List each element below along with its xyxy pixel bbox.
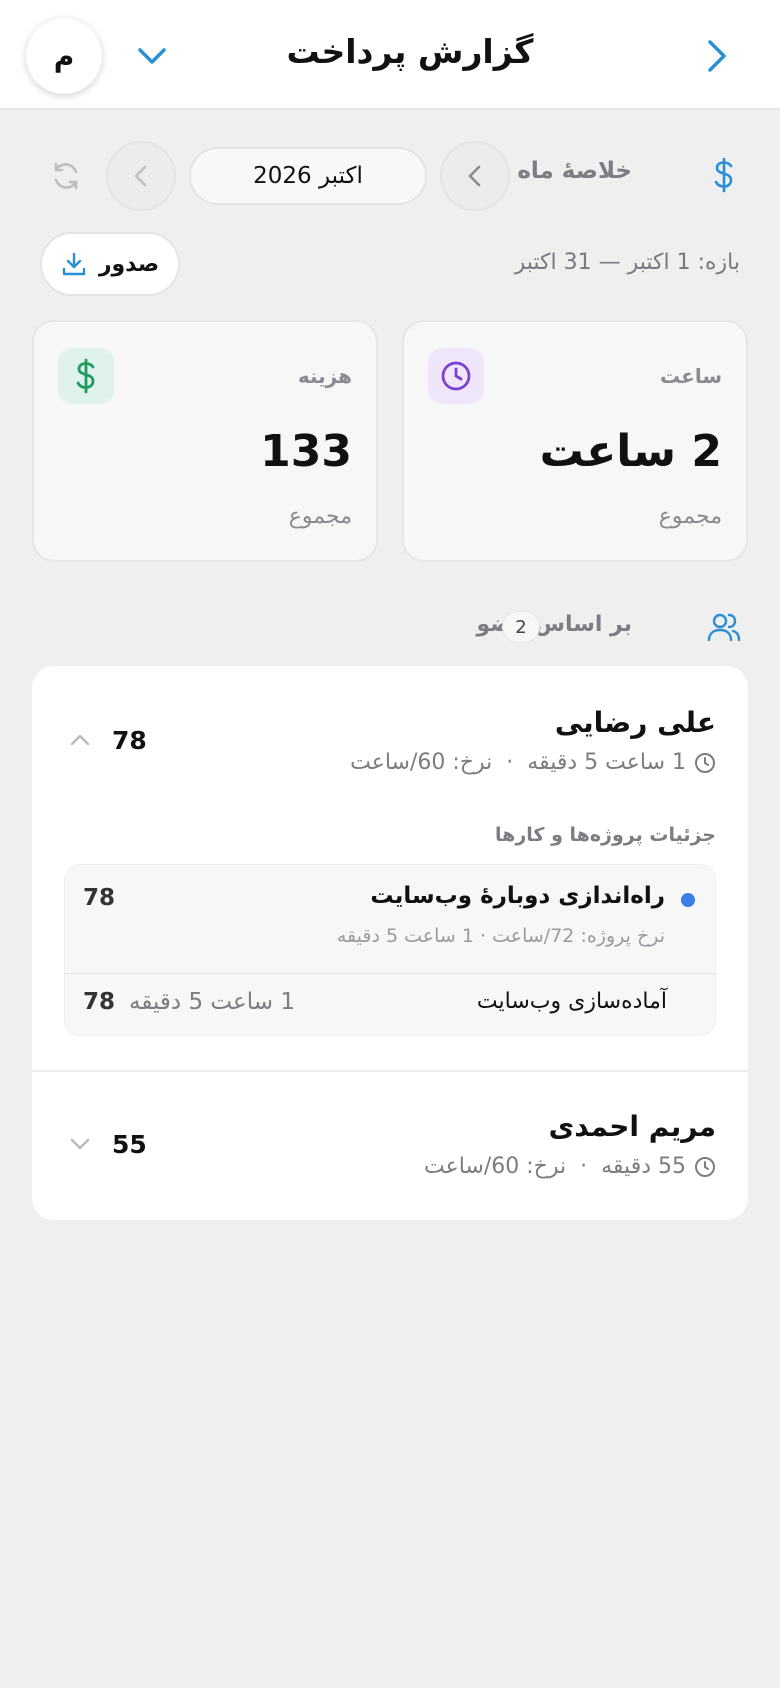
download-icon: [62, 252, 86, 276]
refresh-icon[interactable]: [50, 160, 82, 192]
member-rate: نرخ: 60/ساعت: [350, 750, 493, 775]
page-title: گزارش پرداخت: [286, 32, 534, 71]
member-name: علی رضایی: [554, 706, 716, 739]
project-meta: نرخ پروژه: 72/ساعت · 1 ساعت 5 دقیقه: [336, 925, 665, 947]
members-section-label: بر اساس عضو: [476, 612, 632, 637]
month-selector[interactable]: اکتبر 2026: [189, 147, 427, 205]
project-amount: 78: [83, 885, 116, 911]
cost-label: هزینه: [297, 364, 352, 388]
avatar[interactable]: م: [26, 18, 102, 94]
members-card: علی رضایی 1 ساعت 5 دقیقه · نرخ: 60/ساعت …: [32, 666, 748, 1220]
hours-value: 2 ساعت: [539, 426, 722, 477]
member-duration: 55 دقیقه: [601, 1154, 686, 1179]
chevron-down-icon[interactable]: [68, 1132, 92, 1156]
chevron-down-icon[interactable]: [136, 40, 168, 72]
previous-month-button[interactable]: [440, 141, 510, 211]
project-name: راه‌اندازی دوبارهٔ وب‌سایت: [370, 883, 665, 909]
cost-stat-card: هزینه 133 مجموع: [32, 320, 378, 562]
task-name: آماده‌سازی وب‌سایت: [476, 989, 667, 1014]
member-duration: 1 ساعت 5 دقیقه: [527, 750, 686, 775]
divider: [32, 1070, 748, 1072]
avatar-letter: م: [53, 39, 75, 73]
member-rate: نرخ: 60/ساعت: [423, 1154, 567, 1179]
app-header: م گزارش پرداخت: [0, 0, 780, 110]
dollar-icon: [58, 348, 114, 404]
cost-foot: مجموع: [288, 504, 352, 529]
separator: ·: [580, 1154, 588, 1179]
hours-stat-card: ساعت 2 ساعت مجموع: [402, 320, 748, 562]
export-button[interactable]: صدور: [40, 232, 180, 296]
members-count-badge: 2: [502, 611, 540, 643]
task-amount: 78: [83, 989, 116, 1015]
details-title: جزئیات پروژه‌ها و کارها: [495, 824, 716, 846]
month-value: اکتبر 2026: [253, 163, 363, 189]
member-meta: 55 دقیقه · نرخ: 60/ساعت: [424, 1154, 716, 1179]
hours-foot: مجموع: [658, 504, 722, 529]
date-range: بازه: 1 اکتبر — 31 اکتبر: [514, 250, 740, 275]
cost-value: 133: [260, 426, 352, 477]
task-duration: 1 ساعت 5 دقیقه: [129, 989, 295, 1015]
month-summary-label: خلاصهٔ ماه: [517, 158, 632, 184]
next-month-button[interactable]: [106, 141, 176, 211]
project-details: راه‌اندازی دوبارهٔ وب‌سایت 78 نرخ پروژه:…: [64, 864, 716, 1036]
chevron-left-icon: [134, 165, 147, 187]
back-chevron-icon[interactable]: [700, 38, 732, 74]
hours-label: ساعت: [659, 364, 722, 388]
member-amount: 78: [112, 726, 147, 755]
chevron-up-icon[interactable]: [68, 728, 92, 752]
clock-icon: [695, 1156, 715, 1177]
member-meta: 1 ساعت 5 دقیقه · نرخ: 60/ساعت: [350, 750, 716, 775]
member-amount: 55: [112, 1130, 147, 1159]
project-color-dot: [681, 893, 695, 907]
chevron-left-icon: [468, 165, 481, 187]
clock-icon: [695, 752, 715, 773]
dollar-icon: [714, 157, 733, 193]
separator: ·: [506, 750, 514, 775]
clock-icon: [428, 348, 484, 404]
export-label: صدور: [98, 251, 160, 277]
users-icon: [707, 613, 741, 642]
member-name: مریم احمدی: [548, 1110, 716, 1143]
divider: [65, 973, 715, 974]
